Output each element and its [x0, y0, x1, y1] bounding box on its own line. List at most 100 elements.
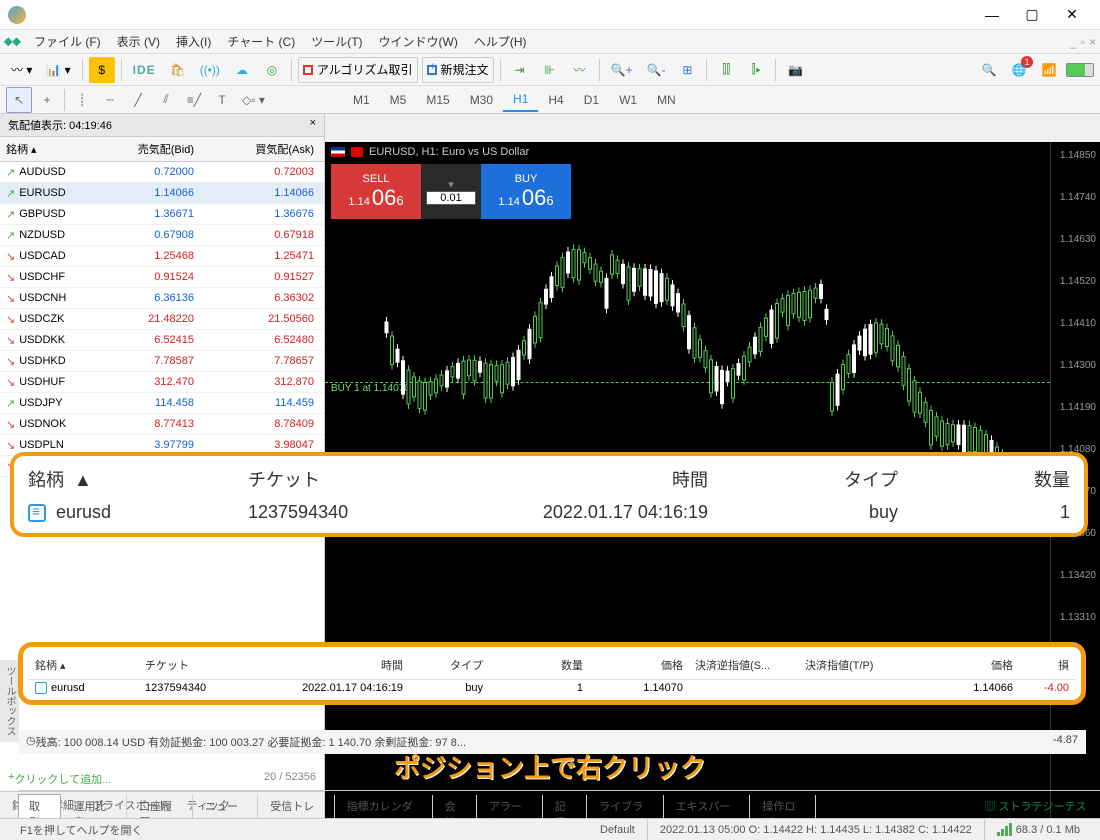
main-toolbar: 〰 ▾ 📊 ▾ $ IDE 🛍 ((•)) ☁ ◎ アルゴリズム取引 新規注文 … [0, 54, 1100, 86]
mw-row-usdcnh[interactable]: ↘ USDCNH6.361366.36302 [0, 288, 324, 309]
co-symbol: eurusd [56, 502, 111, 522]
col-ask[interactable]: 買気配(Ask) [200, 137, 324, 161]
th-price[interactable]: 価格 [589, 655, 689, 675]
col-bid[interactable]: 売気配(Bid) [100, 137, 200, 161]
close-button[interactable]: ✕ [1052, 1, 1092, 29]
mw-row-usddkk[interactable]: ↘ USDDKK6.524156.52480 [0, 330, 324, 351]
mw-row-usdhuf[interactable]: ↘ USDHUF312.470312.870 [0, 372, 324, 393]
maximize-button[interactable]: ▢ [1012, 1, 1052, 29]
timeframe-h4[interactable]: H4 [538, 89, 573, 111]
new-order-button[interactable]: 新規注文 [422, 57, 494, 83]
th-time[interactable]: 時間 [259, 655, 409, 675]
camera-icon[interactable]: 📷 [782, 57, 808, 83]
mw-row-usdjpy[interactable]: ↗ USDJPY114.458114.459 [0, 393, 324, 414]
mdi-min-icon[interactable]: _ [1070, 35, 1077, 49]
th-symbol[interactable]: 銘柄 [35, 660, 57, 672]
y-tick: 1.14520 [1060, 276, 1096, 287]
position-symbol-icon [35, 682, 47, 694]
mw-title-text: 気配値表示: 04:19:46 [8, 117, 112, 133]
co-hdr-time: 時間 [438, 466, 708, 492]
co-hdr-vol: 数量 [898, 466, 1070, 492]
mw-row-gbpusd[interactable]: ↗ GBPUSD1.366711.36676 [0, 204, 324, 225]
timeframe-w1[interactable]: W1 [609, 89, 647, 111]
statusbar: F1を押してヘルプを開く Default 2022.01.13 05:00 O:… [0, 818, 1100, 840]
zoom-in-icon[interactable]: 🔍+ [606, 57, 638, 83]
battery-icon [1066, 63, 1094, 77]
trendline-tool[interactable]: ╱ [125, 87, 151, 113]
status-profile[interactable]: Default [588, 819, 648, 840]
mw-close-icon[interactable]: × [310, 117, 316, 133]
dollar-button[interactable]: $ [89, 57, 115, 83]
menu-insert[interactable]: 挿入(I) [168, 31, 219, 52]
timeframe-m1[interactable]: M1 [343, 89, 380, 111]
th-ticket[interactable]: チケット [139, 655, 259, 675]
th-vol[interactable]: 数量 [489, 655, 589, 675]
text-tool[interactable]: T [209, 87, 235, 113]
col-symbol[interactable]: 銘柄 [6, 144, 28, 156]
antenna-icon[interactable]: 📶 [1036, 57, 1062, 83]
indicator-button[interactable]: 📊 ▾ [41, 57, 75, 83]
candles-icon[interactable]: ⊪ [537, 57, 563, 83]
menu-tools[interactable]: ツール(T) [303, 31, 370, 52]
timeframe-h1[interactable]: H1 [503, 88, 538, 112]
th-type[interactable]: タイプ [409, 655, 489, 675]
th-pl[interactable]: 損 [1019, 655, 1075, 675]
search-icon[interactable]: 🔍 [976, 57, 1002, 83]
fib-tool[interactable]: ≡╱ [181, 87, 207, 113]
timeframe-m30[interactable]: M30 [460, 89, 503, 111]
mw-row-nzdusd[interactable]: ↗ NZDUSD0.679080.67918 [0, 225, 324, 246]
mw-row-usdcad[interactable]: ↘ USDCAD1.254681.25471 [0, 246, 324, 267]
timeframe-d1[interactable]: D1 [574, 89, 609, 111]
menu-window[interactable]: ウインドウ(W) [371, 31, 466, 52]
y-tick: 1.13310 [1060, 612, 1096, 623]
mw-row-audusd[interactable]: ↗ AUDUSD0.720000.72003 [0, 162, 324, 183]
timeframe-m5[interactable]: M5 [380, 89, 417, 111]
grid-icon[interactable]: ⊞ [674, 57, 700, 83]
toolbox-vertical-label[interactable]: ツールボックス [0, 660, 19, 742]
ide-button[interactable]: IDE [128, 57, 161, 83]
co-ticket: 1237594340 [248, 502, 438, 523]
co-type: buy [708, 502, 898, 523]
channel-tool[interactable]: ⫽ [153, 87, 179, 113]
autoscroll-icon[interactable]: ⫿⫿ [713, 57, 739, 83]
vline-tool[interactable]: ┊ [69, 87, 95, 113]
timeframe-m15[interactable]: M15 [416, 89, 459, 111]
market-icon[interactable]: 🛍 [165, 57, 191, 83]
co-hdr-type: タイプ [708, 466, 898, 492]
y-tick: 1.14300 [1060, 360, 1096, 371]
zoom-out-icon[interactable]: 🔍- [642, 57, 671, 83]
y-tick: 1.14740 [1060, 192, 1096, 203]
menu-file[interactable]: ファイル (F) [26, 31, 109, 52]
mw-row-usdczk[interactable]: ↘ USDCZK21.4822021.50560 [0, 309, 324, 330]
timeframe-mn[interactable]: MN [647, 89, 686, 111]
step-icon[interactable]: ⫿▸ [743, 57, 769, 83]
shift-chart-icon[interactable]: ⇥ [507, 57, 533, 83]
signal-icon[interactable]: ((•)) [195, 57, 225, 83]
shapes-tool[interactable]: ◇▫ ▾ [237, 87, 270, 113]
minimize-button[interactable]: — [972, 1, 1012, 29]
globe-icon[interactable]: 🌐 [1006, 57, 1032, 83]
algo-trading-button[interactable]: アルゴリズム取引 [298, 57, 418, 83]
cursor-tool[interactable]: ↖ [6, 87, 32, 113]
vps-icon[interactable]: ☁ [229, 57, 255, 83]
chart-type-button[interactable]: 〰 ▾ [6, 57, 37, 83]
titlebar: — ▢ ✕ [0, 0, 1100, 30]
position-row[interactable]: eurusd 1237594340 2022.01.17 04:16:19 bu… [29, 680, 1075, 696]
hline-tool[interactable]: ┄ [97, 87, 123, 113]
co-hdr-symbol: 銘柄 [28, 470, 64, 490]
th-sl[interactable]: 決済逆指値(S... [689, 655, 799, 675]
menu-chart[interactable]: チャート (C) [219, 31, 303, 52]
target-icon[interactable]: ◎ [259, 57, 285, 83]
mw-row-usdchf[interactable]: ↘ USDCHF0.915240.91527 [0, 267, 324, 288]
mdi-max-icon[interactable]: ▫ [1081, 35, 1085, 49]
menu-view[interactable]: 表示 (V) [109, 31, 168, 52]
th-tp[interactable]: 決済指値(T/P) [799, 655, 909, 675]
mw-row-eurusd[interactable]: ↗ EURUSD1.140661.14066 [0, 183, 324, 204]
line-chart-icon[interactable]: 〰 [567, 57, 593, 83]
th-price2[interactable]: 価格 [909, 655, 1019, 675]
menu-help[interactable]: ヘルプ(H) [466, 31, 535, 52]
crosshair-tool[interactable]: + [34, 87, 60, 113]
mw-row-usdnok[interactable]: ↘ USDNOK8.774138.78409 [0, 414, 324, 435]
mdi-close-icon[interactable]: × [1089, 35, 1096, 49]
mw-row-usdhkd[interactable]: ↘ USDHKD7.785877.78657 [0, 351, 324, 372]
